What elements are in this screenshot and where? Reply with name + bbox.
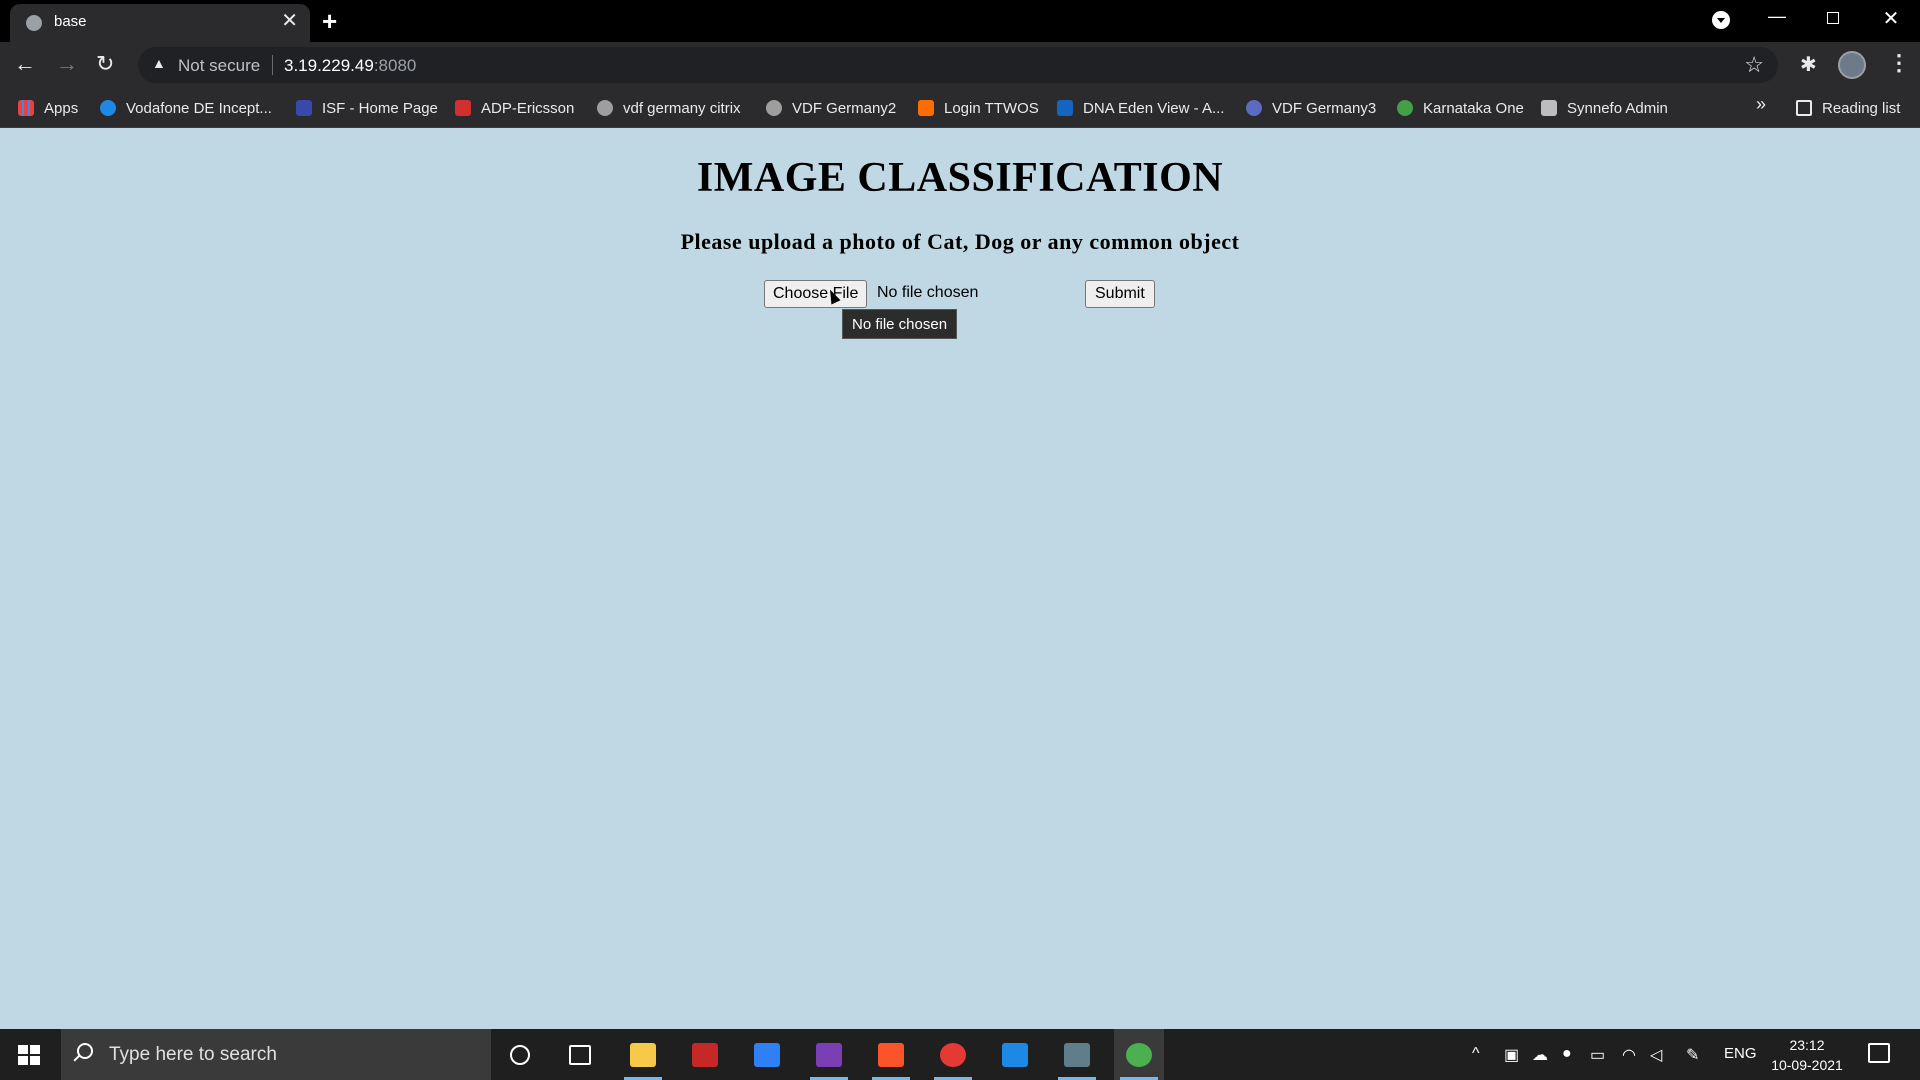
- onenote-icon[interactable]: [804, 1029, 854, 1080]
- divider: [272, 55, 273, 75]
- page-content: IMAGE CLASSIFICATION Please upload a pho…: [0, 129, 1920, 1029]
- meet-icon[interactable]: ▣: [1504, 1045, 1519, 1065]
- avatar[interactable]: [1838, 51, 1866, 79]
- apps-grid-icon: [18, 100, 34, 116]
- bookmark-star-icon[interactable]: ☆: [1744, 52, 1764, 78]
- ttwos-icon: [918, 100, 934, 116]
- adp-icon: [455, 100, 471, 116]
- choose-file-button[interactable]: Choose File: [764, 280, 868, 308]
- lock-icon: [1246, 100, 1262, 116]
- reload-icon[interactable]: ↻: [96, 51, 114, 77]
- ac-icon: [1057, 100, 1073, 116]
- snip-icon[interactable]: [1052, 1029, 1102, 1080]
- task-view-icon[interactable]: [555, 1029, 605, 1080]
- file-tooltip: No file chosen: [842, 309, 958, 339]
- bookmark-item[interactable]: VDF Germany3: [1246, 97, 1376, 119]
- bookmark-item[interactable]: Vodafone DE Incept...: [100, 97, 272, 119]
- tab-title: base: [54, 13, 87, 30]
- isf-icon: [296, 100, 312, 116]
- taskbar-search-input[interactable]: Type here to search: [61, 1029, 491, 1080]
- warning-icon[interactable]: ▲: [152, 55, 166, 71]
- windows-start-icon[interactable]: [18, 1045, 40, 1065]
- new-tab-button[interactable]: +: [322, 6, 337, 36]
- browser-toolbar: ← → ↻ ▲ Not secure 3.19.229.49:8080 ☆ ✱ …: [0, 42, 1920, 88]
- pen-icon[interactable]: ✎: [1686, 1045, 1699, 1065]
- bookmarks-bar: Apps Vodafone DE Incept... ISF - Home Pa…: [0, 88, 1920, 128]
- window-close-icon[interactable]: ✕: [1871, 6, 1911, 31]
- address-bar[interactable]: ▲ Not secure 3.19.229.49:8080 ☆: [138, 47, 1778, 83]
- page-title: IMAGE CLASSIFICATION: [696, 155, 1224, 201]
- url-port: :8080: [373, 56, 417, 75]
- microphone-icon[interactable]: ●: [1562, 1045, 1572, 1063]
- wifi-icon[interactable]: ◠: [1622, 1045, 1636, 1065]
- file-status-text: No file chosen: [877, 284, 979, 301]
- more-bookmarks-button[interactable]: »: [1756, 94, 1766, 115]
- app-record-icon[interactable]: [928, 1029, 978, 1080]
- bookmark-item[interactable]: VDF Germany2: [766, 97, 896, 119]
- bookmark-apps[interactable]: Apps: [18, 97, 78, 119]
- language-indicator[interactable]: ENG: [1724, 1045, 1757, 1062]
- url-text[interactable]: 3.19.229.49:8080: [284, 56, 416, 76]
- photos-icon[interactable]: [990, 1029, 1040, 1080]
- tab-search-icon[interactable]: [1712, 11, 1730, 29]
- windows-taskbar: Type here to search ^ ▣ ☁ ● ▭ ◠ ◁ ✎ ENG …: [0, 1029, 1920, 1080]
- minimize-icon[interactable]: —: [1757, 6, 1797, 27]
- app-red-icon[interactable]: [680, 1029, 730, 1080]
- vodafone-icon: [100, 100, 116, 116]
- chrome-icon[interactable]: [1114, 1029, 1164, 1080]
- bookmark-item[interactable]: ISF - Home Page: [296, 97, 438, 119]
- citrix-icon: [597, 100, 613, 116]
- forward-icon[interactable]: →: [56, 51, 78, 77]
- page-subtitle: Please upload a photo of Cat, Dog or any…: [680, 229, 1240, 254]
- search-icon: [77, 1043, 93, 1059]
- security-label[interactable]: Not secure: [178, 56, 260, 76]
- bookmark-item[interactable]: Login TTWOS: [918, 97, 1039, 119]
- synnefo-icon: [1541, 100, 1557, 116]
- onedrive-icon[interactable]: ☁: [1532, 1045, 1548, 1065]
- bookmark-item[interactable]: vdf germany citrix: [597, 97, 741, 119]
- bookmark-item[interactable]: Karnataka One: [1397, 97, 1524, 119]
- extensions-icon[interactable]: ✱: [1800, 52, 1817, 77]
- notifications-icon[interactable]: [1868, 1043, 1890, 1063]
- brave-icon[interactable]: [866, 1029, 916, 1080]
- bookmark-item[interactable]: DNA Eden View - A...: [1057, 97, 1224, 119]
- url-host: 3.19.229.49: [284, 56, 374, 75]
- bookmark-item[interactable]: ADP-Ericsson: [455, 97, 574, 119]
- search-placeholder: Type here to search: [109, 1044, 277, 1065]
- karnataka-icon: [1397, 100, 1413, 116]
- browser-tabstrip: base ✕ + — ✕: [0, 0, 1920, 42]
- browser-tab[interactable]: base ✕: [10, 4, 310, 42]
- todo-icon[interactable]: [742, 1029, 792, 1080]
- taskbar-clock[interactable]: 23:12 10-09-2021: [1762, 1035, 1852, 1075]
- reading-list-button[interactable]: Reading list: [1796, 97, 1900, 119]
- restore-icon[interactable]: [1813, 6, 1853, 29]
- chevron-up-icon[interactable]: ^: [1472, 1045, 1480, 1063]
- more-menu-icon[interactable]: ⋮: [1888, 50, 1910, 76]
- battery-icon[interactable]: ▭: [1590, 1045, 1605, 1065]
- back-icon[interactable]: ←: [14, 51, 36, 77]
- cortana-icon[interactable]: [495, 1029, 545, 1080]
- clock-date: 10-09-2021: [1771, 1057, 1843, 1073]
- submit-button[interactable]: Submit: [1085, 280, 1155, 308]
- globe-icon: [26, 15, 42, 31]
- volume-icon[interactable]: ◁: [1650, 1045, 1662, 1065]
- close-tab-icon[interactable]: ✕: [281, 10, 298, 32]
- reading-list-icon: [1796, 100, 1812, 116]
- citrix-icon: [766, 100, 782, 116]
- bookmark-item[interactable]: Synnefo Admin: [1541, 97, 1668, 119]
- file-explorer-icon[interactable]: [618, 1029, 668, 1080]
- clock-time: 23:12: [1789, 1037, 1825, 1053]
